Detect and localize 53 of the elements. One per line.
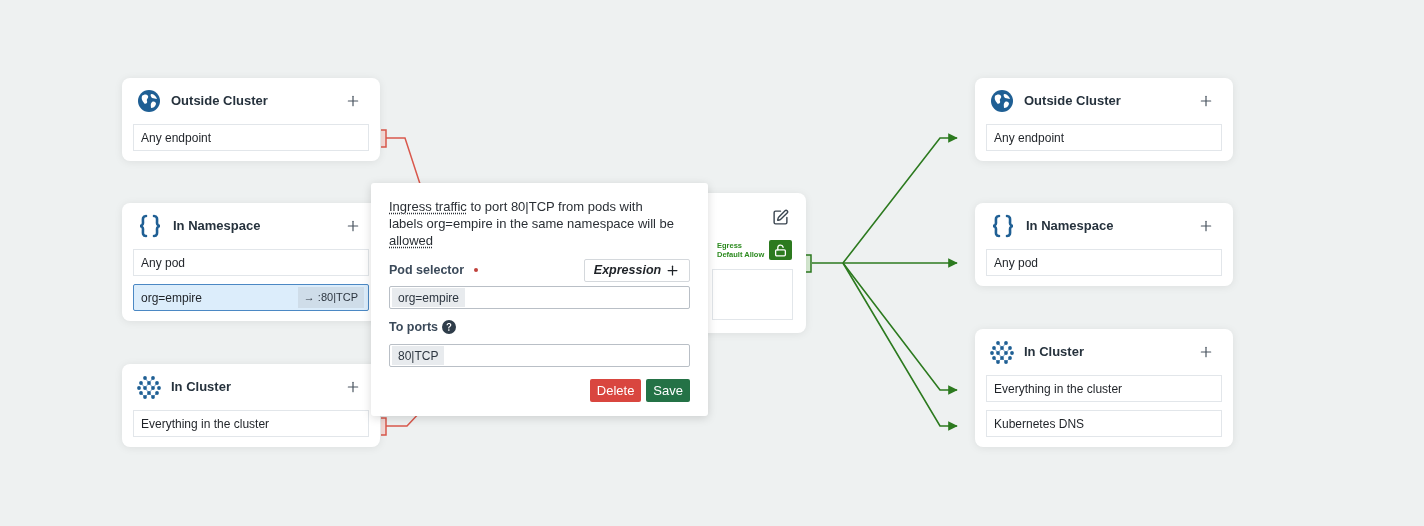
delete-button[interactable]: Delete xyxy=(589,379,642,402)
selector-row[interactable]: Any pod xyxy=(133,249,369,276)
globe-icon xyxy=(137,89,161,113)
unlocked-lock-icon xyxy=(774,243,787,257)
selector-label: org=empire xyxy=(141,289,203,307)
card-title: Outside Cluster xyxy=(1024,92,1121,111)
port-handle[interactable] xyxy=(380,417,387,436)
cluster-icon xyxy=(990,339,1014,365)
tag-chip: org=empire xyxy=(392,288,466,307)
add-button[interactable] xyxy=(345,93,361,109)
selector-row[interactable]: org=empire → :80|TCP xyxy=(133,284,369,311)
add-button[interactable] xyxy=(1198,93,1214,109)
selector-row[interactable]: Any endpoint xyxy=(986,124,1222,151)
card-title: In Namespace xyxy=(1026,217,1114,236)
globe-icon xyxy=(990,89,1014,113)
port-badge: → :80|TCP xyxy=(297,287,364,308)
add-button[interactable] xyxy=(345,379,361,395)
selector-label: Any pod xyxy=(141,254,186,272)
expression-button[interactable]: Expression xyxy=(584,258,690,282)
selector-label: Everything in the cluster xyxy=(994,380,1123,398)
card-title: In Cluster xyxy=(1024,343,1084,362)
save-button[interactable]: Save xyxy=(646,379,690,402)
rule-description: Ingress traffic to port 80|TCP from pods with labels org=empire in the same namespace will be allowed xyxy=(389,198,676,249)
port-handle[interactable] xyxy=(805,254,812,273)
braces-icon xyxy=(990,214,1016,238)
selector-row[interactable]: Everything in the cluster xyxy=(133,410,369,437)
add-button[interactable] xyxy=(1198,218,1214,234)
card-title: In Cluster xyxy=(171,378,231,397)
lock-button[interactable] xyxy=(769,240,792,260)
tag-chip: 80|TCP xyxy=(392,346,445,365)
selector-row[interactable]: Any pod xyxy=(986,249,1222,276)
input-field[interactable]: 80|TCP xyxy=(389,344,690,367)
selector-row[interactable]: Everything in the cluster xyxy=(986,375,1222,402)
selector-label: Any pod xyxy=(994,254,1039,272)
field-label: Pod selector xyxy=(389,261,465,279)
selector-row[interactable]: Any endpoint xyxy=(133,124,369,151)
input-field[interactable]: org=empire xyxy=(389,286,690,309)
braces-icon xyxy=(137,214,163,238)
selector-label: Kubernetes DNS xyxy=(994,415,1085,433)
plus-icon xyxy=(665,262,681,278)
add-button[interactable] xyxy=(1198,344,1214,360)
card-title: Outside Cluster xyxy=(171,92,268,111)
field-label: To ports xyxy=(389,318,439,336)
add-button[interactable] xyxy=(345,218,361,234)
cluster-icon xyxy=(137,374,161,400)
selector-label: Everything in the cluster xyxy=(141,415,270,433)
card-title: In Namespace xyxy=(173,217,261,236)
selector-row[interactable]: Kubernetes DNS xyxy=(986,410,1222,437)
help-icon[interactable] xyxy=(442,320,457,334)
selector-label: Any endpoint xyxy=(141,129,212,147)
selector-label: Any endpoint xyxy=(994,129,1065,147)
port-handle[interactable] xyxy=(380,129,387,148)
edit-icon[interactable] xyxy=(772,209,789,226)
